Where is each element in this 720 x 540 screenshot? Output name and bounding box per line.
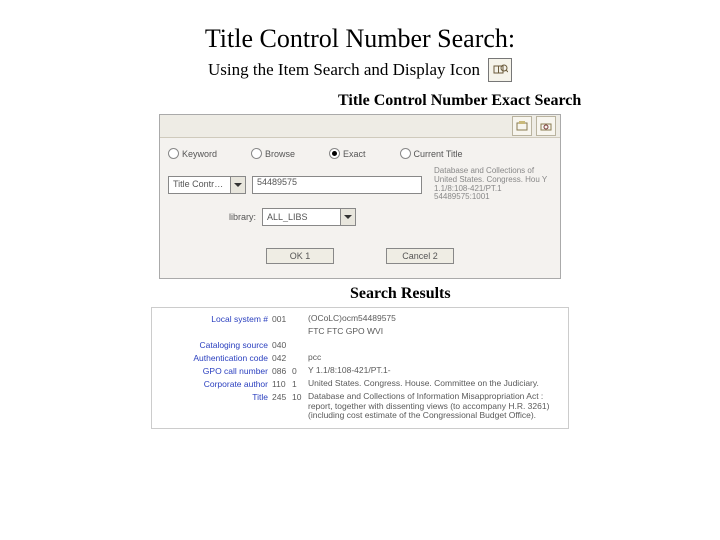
result-row: Cataloging source040 bbox=[160, 340, 560, 350]
page-title: Title Control Number Search: bbox=[0, 0, 720, 54]
radio-exact[interactable]: Exact bbox=[329, 148, 366, 159]
result-indicator: 10 bbox=[292, 392, 308, 402]
result-field-label: Local system # bbox=[160, 314, 272, 324]
result-row: FTC FTC GPO WVI bbox=[160, 327, 560, 337]
result-marc-tag: 245 bbox=[272, 392, 292, 402]
chevron-down-icon bbox=[230, 177, 245, 193]
toolbar-icon-1[interactable] bbox=[512, 116, 532, 136]
dialog-toolbar bbox=[160, 115, 560, 138]
result-row: GPO call number0860Y 1.1/8:108-421/PT.1- bbox=[160, 366, 560, 376]
search-value-input[interactable]: 54489575 bbox=[252, 176, 422, 194]
radio-current-title[interactable]: Current Title bbox=[400, 148, 463, 159]
result-field-label: GPO call number bbox=[160, 366, 272, 376]
result-field-label: Cataloging source bbox=[160, 340, 272, 350]
library-label: library: bbox=[198, 212, 256, 222]
result-row: Local system #001 (OCoLC)ocm54489575 bbox=[160, 314, 560, 324]
ok-button[interactable]: OK 1 bbox=[266, 248, 334, 264]
library-combo[interactable]: ALL_LIBS bbox=[262, 208, 356, 226]
result-row: Authentication code042 pcc bbox=[160, 353, 560, 363]
radio-label: Exact bbox=[343, 149, 366, 159]
search-dialog: Keyword Browse Exact Current Title Title… bbox=[159, 114, 561, 279]
radio-keyword[interactable]: Keyword bbox=[168, 148, 217, 159]
result-row: Title24510Database and Collections of In… bbox=[160, 392, 560, 421]
combo-text: Title Contro ▾ bbox=[169, 179, 230, 190]
result-indicator: 0 bbox=[292, 366, 308, 376]
result-indicator: 1 bbox=[292, 379, 308, 389]
result-marc-tag: 086 bbox=[272, 366, 292, 376]
section-label-results: Search Results bbox=[350, 285, 720, 303]
result-value: United States. Congress. House. Committe… bbox=[308, 379, 560, 389]
result-marc-tag: 040 bbox=[272, 340, 292, 350]
search-field-combo[interactable]: Title Contro ▾ bbox=[168, 176, 246, 194]
result-marc-tag: 042 bbox=[272, 353, 292, 363]
search-results-panel: Local system #001 (OCoLC)ocm54489575 FTC F… bbox=[151, 307, 569, 429]
result-value: Database and Collections of Information … bbox=[308, 392, 560, 421]
radio-label: Keyword bbox=[182, 149, 217, 159]
result-row: Corporate author1101United States. Congr… bbox=[160, 379, 560, 389]
radio-browse[interactable]: Browse bbox=[251, 148, 295, 159]
radio-label: Browse bbox=[265, 149, 295, 159]
result-value: FTC FTC GPO WVI bbox=[308, 327, 560, 337]
page-subtitle: Using the Item Search and Display Icon bbox=[208, 60, 480, 80]
search-type-radio-group: Keyword Browse Exact Current Title bbox=[168, 148, 552, 159]
result-value: pcc bbox=[308, 353, 560, 363]
result-value: Y 1.1/8:108-421/PT.1- bbox=[308, 366, 560, 376]
cancel-button[interactable]: Cancel 2 bbox=[386, 248, 454, 264]
chevron-down-icon bbox=[340, 209, 355, 225]
toolbar-icon-2[interactable] bbox=[536, 116, 556, 136]
combo-text: ALL_LIBS bbox=[263, 212, 340, 222]
section-label-exact-search: Title Control Number Exact Search bbox=[338, 92, 720, 110]
radio-label: Current Title bbox=[414, 149, 463, 159]
result-field-label: Authentication code bbox=[160, 353, 272, 363]
result-value: (OCoLC)ocm54489575 bbox=[308, 314, 560, 324]
item-search-display-icon bbox=[488, 58, 512, 82]
side-preview-text: Database and Collections of United State… bbox=[428, 167, 552, 202]
result-field-label: Corporate author bbox=[160, 379, 272, 389]
result-marc-tag: 001 bbox=[272, 314, 292, 324]
result-marc-tag: 110 bbox=[272, 379, 292, 389]
result-field-label: Title bbox=[160, 392, 272, 402]
